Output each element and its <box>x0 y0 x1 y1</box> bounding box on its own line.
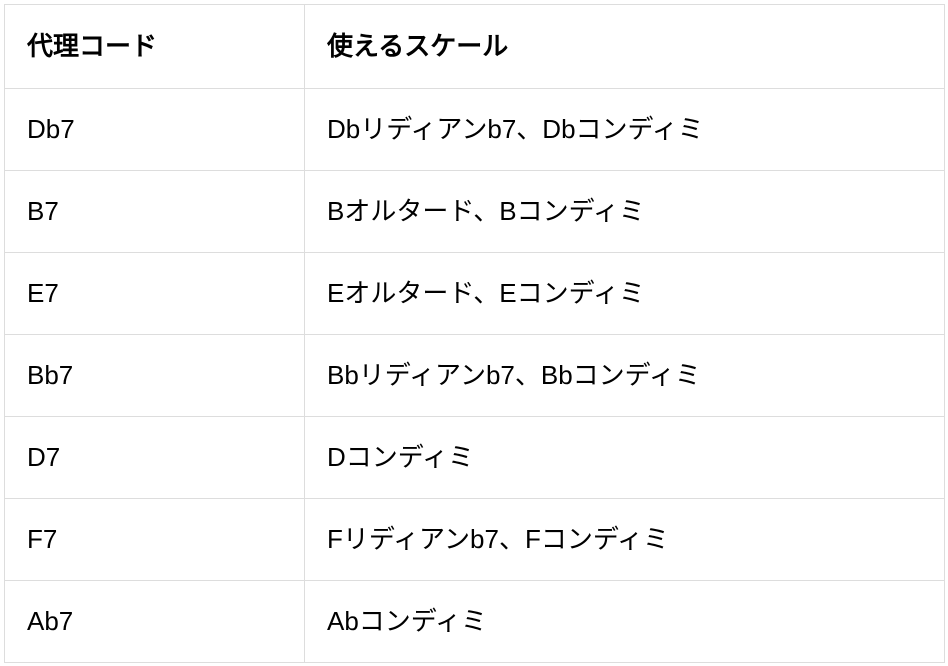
cell-scale: Bbリディアンb7、Bbコンディミ <box>305 335 945 417</box>
table-row: E7 Eオルタード、Eコンディミ <box>5 253 945 335</box>
table-row: Bb7 Bbリディアンb7、Bbコンディミ <box>5 335 945 417</box>
header-scale: 使えるスケール <box>305 5 945 89</box>
cell-chord: Db7 <box>5 89 305 171</box>
cell-chord: D7 <box>5 417 305 499</box>
table-row: D7 Dコンディミ <box>5 417 945 499</box>
cell-chord: Bb7 <box>5 335 305 417</box>
cell-scale: Abコンディミ <box>305 581 945 663</box>
header-chord: 代理コード <box>5 5 305 89</box>
table-row: F7 Fリディアンb7、Fコンディミ <box>5 499 945 581</box>
table-header-row: 代理コード 使えるスケール <box>5 5 945 89</box>
cell-scale: Dコンディミ <box>305 417 945 499</box>
cell-chord: F7 <box>5 499 305 581</box>
cell-scale: Fリディアンb7、Fコンディミ <box>305 499 945 581</box>
table-row: B7 Bオルタード、Bコンディミ <box>5 171 945 253</box>
cell-chord: E7 <box>5 253 305 335</box>
table-row: Ab7 Abコンディミ <box>5 581 945 663</box>
table-row: Db7 Dbリディアンb7、Dbコンディミ <box>5 89 945 171</box>
cell-scale: Dbリディアンb7、Dbコンディミ <box>305 89 945 171</box>
cell-scale: Bオルタード、Bコンディミ <box>305 171 945 253</box>
cell-chord: B7 <box>5 171 305 253</box>
chord-scale-table: 代理コード 使えるスケール Db7 Dbリディアンb7、Dbコンディミ B7 B… <box>4 4 945 663</box>
cell-scale: Eオルタード、Eコンディミ <box>305 253 945 335</box>
cell-chord: Ab7 <box>5 581 305 663</box>
